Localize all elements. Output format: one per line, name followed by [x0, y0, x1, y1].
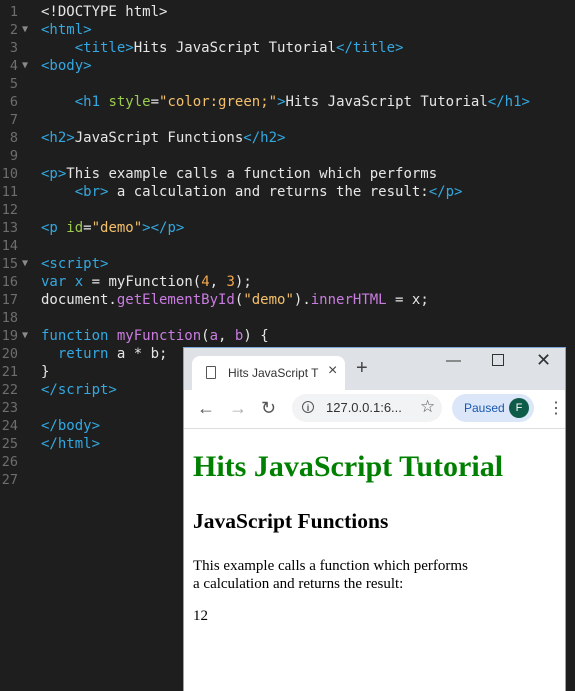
fold-arrow-icon[interactable]: ▼ [22, 21, 28, 39]
line-number: 14 [1, 238, 18, 254]
line-number: 9 [9, 148, 18, 164]
browser-titlebar: Hits JavaScript T × + — ✕ [184, 348, 565, 390]
line-number: 1 [9, 4, 18, 20]
code-text: <!DOCTYPE html> [41, 4, 168, 20]
code-text: document.getElementById("demo").innerHTM… [41, 292, 429, 308]
code-text: <h2>JavaScript Functions</h2> [41, 130, 286, 146]
paused-label: Paused [464, 401, 505, 415]
bookmark-star-icon[interactable]: ☆ [420, 397, 435, 417]
browser-toolbar: ← → ↻ i 127.0.0.1:6... ☆ Paused F ⋮ [184, 390, 565, 429]
line-number: 27 [1, 472, 18, 488]
code-line[interactable]: 9 [0, 147, 575, 165]
line-number: 12 [1, 202, 18, 218]
code-line[interactable]: 16 var x = myFunction(4, 3); [0, 273, 575, 291]
minimize-button[interactable]: — [446, 352, 461, 369]
avatar: F [509, 398, 529, 418]
line-number: 6 [9, 94, 18, 110]
code-text: function myFunction(a, b) { [41, 328, 269, 344]
code-line[interactable]: 5 [0, 75, 575, 93]
code-line[interactable]: 4 ▼ <body> [0, 57, 575, 75]
line-number: 13 [1, 220, 18, 236]
line-number: 7 [9, 112, 18, 128]
line-number: 5 [9, 76, 18, 92]
fold-arrow-icon[interactable]: ▼ [22, 255, 28, 273]
code-text: <html> [41, 22, 92, 38]
line-number: 10 [1, 166, 18, 182]
code-text: </body> [41, 418, 101, 434]
code-text: <script> [41, 256, 109, 272]
line-number: 21 [1, 364, 18, 380]
profile-paused-button[interactable]: Paused F [452, 394, 534, 422]
code-text: <p id="demo"></p> [41, 220, 185, 236]
line-number: 17 [1, 292, 18, 308]
back-button[interactable]: ← [197, 398, 215, 418]
code-line[interactable]: 11 <br> a calculation and returns the re… [0, 183, 575, 201]
code-line[interactable]: 13 <p id="demo"></p> [0, 219, 575, 237]
line-number: 8 [9, 130, 18, 146]
address-bar[interactable]: i 127.0.0.1:6... ☆ [292, 394, 442, 422]
code-line[interactable]: 18 [0, 309, 575, 327]
code-text: <p>This example calls a function which p… [41, 166, 438, 182]
description-paragraph: This example calls a function which perf… [193, 557, 468, 593]
code-text: <br> a calculation and returns the resul… [74, 184, 463, 200]
line-number: 26 [1, 454, 18, 470]
close-window-button[interactable]: ✕ [536, 350, 551, 371]
code-line[interactable]: 3 <title>Hits JavaScript Tutorial</title… [0, 39, 575, 57]
code-line[interactable]: 12 [0, 201, 575, 219]
info-icon[interactable]: i [302, 401, 314, 413]
fold-arrow-icon[interactable]: ▼ [22, 57, 28, 75]
kebab-menu-icon[interactable]: ⋮ [548, 398, 564, 418]
code-text: <title>Hits JavaScript Tutorial</title> [74, 40, 404, 56]
code-text: } [41, 364, 50, 380]
line-number: 15 [1, 256, 18, 272]
browser-window: Hits JavaScript T × + — ✕ ← → ↻ i 127.0.… [183, 347, 566, 691]
code-text: </html> [41, 436, 101, 452]
demo-output: 12 [193, 608, 208, 624]
line-number: 25 [1, 436, 18, 452]
code-line[interactable]: 14 [0, 237, 575, 255]
code-text: </script> [41, 382, 117, 398]
page-icon [206, 366, 216, 379]
line-number: 24 [1, 418, 18, 434]
url-text: 127.0.0.1:6... [326, 400, 402, 415]
line-number: 16 [1, 274, 18, 290]
paragraph-line-1: This example calls a function which perf… [193, 558, 468, 574]
code-line[interactable]: 6 <h1 style="color:green;">Hits JavaScri… [0, 93, 575, 111]
code-text: var x = myFunction(4, 3); [41, 274, 252, 290]
line-number: 3 [9, 40, 18, 56]
line-number: 20 [1, 346, 18, 362]
code-line[interactable]: 2 ▼ <html> [0, 21, 575, 39]
line-number: 11 [1, 184, 18, 200]
line-number: 19 [1, 328, 18, 344]
code-text: <body> [41, 58, 92, 74]
code-line[interactable]: 15 ▼ <script> [0, 255, 575, 273]
code-text: <h1 style="color:green;">Hits JavaScript… [74, 94, 530, 110]
code-line[interactable]: 19 ▼ function myFunction(a, b) { [0, 327, 575, 345]
fold-arrow-icon[interactable]: ▼ [22, 327, 28, 345]
line-number: 4 [9, 58, 18, 74]
tab-title: Hits JavaScript T [228, 366, 319, 380]
code-line[interactable]: 1 <!DOCTYPE html> [0, 3, 575, 21]
browser-tab[interactable]: Hits JavaScript T × [192, 356, 345, 390]
code-line[interactable]: 8 <h2>JavaScript Functions</h2> [0, 129, 575, 147]
close-tab-icon[interactable]: × [328, 362, 337, 380]
code-text: return a * b; [57, 346, 168, 362]
line-number: 2 [9, 22, 18, 38]
page-heading: Hits JavaScript Tutorial [193, 450, 504, 483]
page-content: Hits JavaScript Tutorial JavaScript Func… [184, 429, 565, 691]
section-heading: JavaScript Functions [193, 509, 389, 533]
line-number: 22 [1, 382, 18, 398]
paragraph-line-2: a calculation and returns the result: [193, 576, 404, 592]
new-tab-button[interactable]: + [356, 358, 368, 378]
reload-button[interactable]: ↻ [261, 398, 276, 418]
line-number: 23 [1, 400, 18, 416]
code-line[interactable]: 17 document.getElementById("demo").innerH… [0, 291, 575, 309]
forward-button[interactable]: → [229, 398, 247, 418]
maximize-button[interactable] [492, 354, 504, 366]
line-number: 18 [1, 310, 18, 326]
code-line[interactable]: 10 <p>This example calls a function which… [0, 165, 575, 183]
code-line[interactable]: 7 [0, 111, 575, 129]
